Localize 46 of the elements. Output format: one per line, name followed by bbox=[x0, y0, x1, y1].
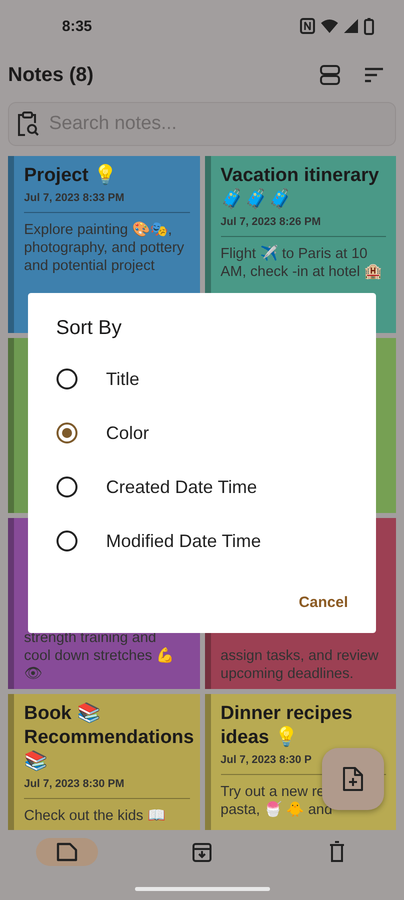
sort-option[interactable]: Color bbox=[28, 406, 376, 460]
screen-title: Notes (8) bbox=[8, 64, 95, 86]
note-title: ideas 💡 bbox=[220, 726, 300, 750]
note-title: Dinner recipes bbox=[220, 702, 354, 726]
note-text: upcoming deadlines. bbox=[220, 665, 355, 683]
sort-option[interactable]: Title bbox=[28, 352, 376, 406]
note-title: 🧳🧳🧳 bbox=[220, 188, 294, 212]
note-text: AM, check -in at hotel 🏨 bbox=[220, 263, 383, 281]
note-title: Project 💡 bbox=[24, 164, 119, 188]
battery-icon bbox=[364, 18, 374, 34]
note-text: strength training and bbox=[24, 629, 158, 647]
note-title: Book 📚 bbox=[24, 702, 102, 726]
cancel-button[interactable]: Cancel bbox=[294, 588, 352, 617]
nfc-icon bbox=[300, 18, 315, 34]
clipboard-search-icon bbox=[16, 111, 40, 137]
sort-option[interactable]: Created Date Time bbox=[28, 460, 376, 514]
note-title: 📚 bbox=[24, 750, 49, 774]
note-icon bbox=[56, 842, 78, 862]
note-text: assign tasks, and review bbox=[220, 647, 380, 665]
note-date: Jul 7, 2023 8:26 PM bbox=[220, 216, 322, 228]
notes-tab[interactable] bbox=[36, 838, 98, 866]
trash-icon bbox=[328, 841, 345, 863]
radio-button[interactable] bbox=[56, 368, 78, 390]
radio-button[interactable] bbox=[56, 422, 78, 444]
note-text: cool down stretches 💪 bbox=[24, 647, 176, 665]
signal-icon bbox=[344, 19, 358, 33]
note-title: Vacation itinerary bbox=[220, 164, 380, 188]
note-text: Flight ✈ to Paris at 10 bbox=[220, 245, 368, 263]
note-text: Explore painting 🎨🎭, bbox=[24, 221, 174, 239]
sort-icon bbox=[363, 67, 385, 83]
status-time: 8:35 bbox=[62, 18, 92, 34]
radio-button[interactable] bbox=[56, 530, 78, 552]
note-card[interactable]: Book 📚 Recommendations 📚 Jul 7, 2023 8:30 PM Check out the kids 📖 bbox=[8, 694, 200, 831]
archive-icon bbox=[192, 841, 212, 863]
note-text: photography, and pottery bbox=[24, 239, 186, 257]
add-note-icon bbox=[342, 766, 364, 792]
note-text: 👁 bbox=[24, 665, 43, 683]
view-toggle-icon bbox=[319, 64, 341, 86]
wifi-icon bbox=[321, 19, 338, 33]
note-date: Jul 7, 2023 8:30 PM bbox=[24, 778, 126, 790]
sort-option[interactable]: Modified Date Time bbox=[28, 514, 376, 568]
note-date: Jul 7, 2023 8:30 P bbox=[220, 754, 313, 766]
radio-button[interactable] bbox=[56, 476, 78, 498]
note-text: and potential project bbox=[24, 257, 156, 275]
note-text: Check out the kids 📖 bbox=[24, 807, 166, 825]
note-date: Jul 7, 2023 8:33 PM bbox=[24, 192, 126, 204]
